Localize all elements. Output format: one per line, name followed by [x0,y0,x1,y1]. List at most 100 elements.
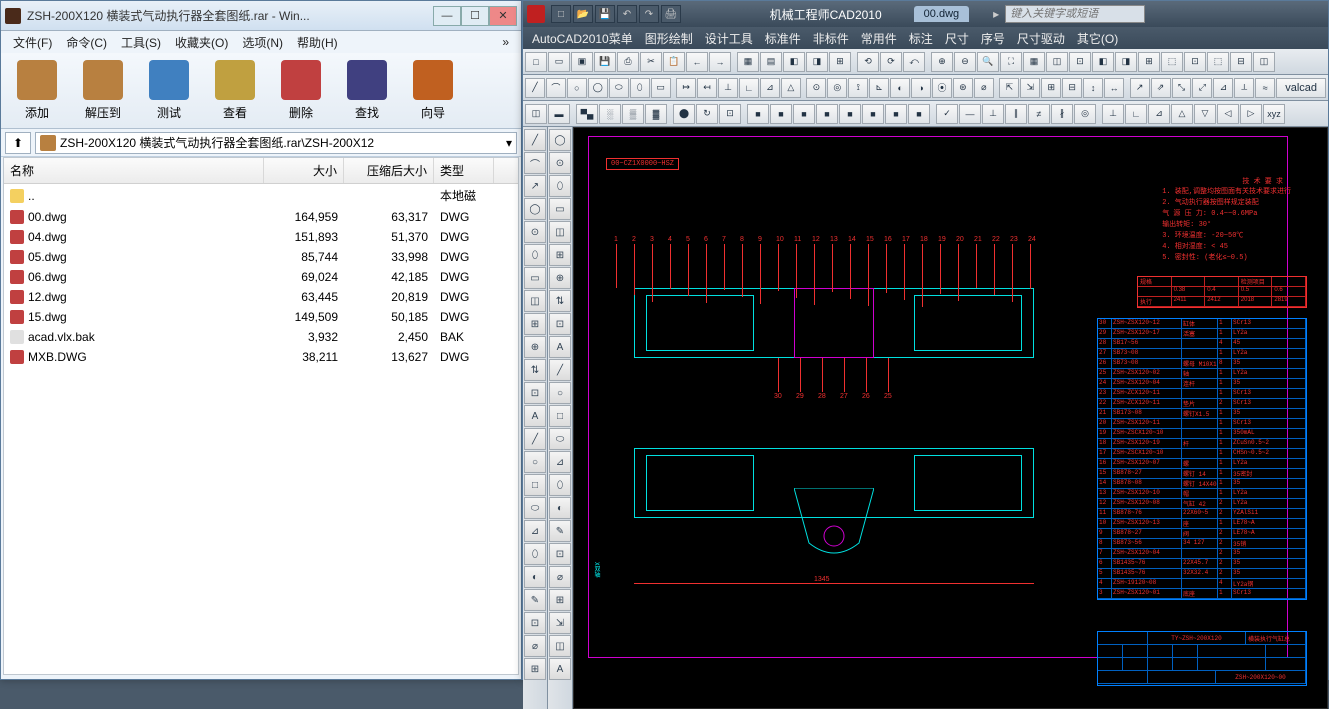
tool-button[interactable]: ✂ [640,52,662,72]
tool-button[interactable]: ↕ [1083,78,1103,98]
side-tool[interactable]: ▭ [549,198,571,220]
side-tool[interactable]: ▭ [524,267,546,289]
tool-button[interactable]: ▀▄ [576,104,598,124]
qat-redo-icon[interactable]: ↷ [639,5,659,23]
toolbar-解压到[interactable]: 解压到 [73,57,133,125]
list-row[interactable]: acad.vlx.bak3,9322,450BAK [4,327,518,347]
tool-button[interactable]: ▬ [548,104,570,124]
tool-button[interactable]: □ [525,52,547,72]
cad-menu-item[interactable]: 其它(O) [1072,28,1123,49]
tool-button[interactable]: ■ [747,104,769,124]
cad-menu-item[interactable]: AutoCAD2010菜单 [527,28,638,49]
side-tool[interactable]: ◯ [524,198,546,220]
toolbar-查看[interactable]: 查看 [205,57,265,125]
side-tool[interactable]: ⬭ [524,497,546,519]
tool-button[interactable]: ╱ [525,78,545,98]
tool-button[interactable]: ⊡ [1069,52,1091,72]
tool-button[interactable]: ▣ [571,52,593,72]
side-tool[interactable]: ⌀ [549,566,571,588]
tool-button[interactable]: ▓ [645,104,667,124]
side-tool[interactable]: ⊞ [549,589,571,611]
tool-button[interactable]: ⎙ [617,52,639,72]
tool-button[interactable]: ⊟ [1230,52,1252,72]
tool-button[interactable]: ◐ [890,78,910,98]
tool-button[interactable]: ⊥ [982,104,1004,124]
tool-button[interactable]: ⬤ [673,104,695,124]
col-packed[interactable]: 压缩后大小 [344,158,434,183]
side-tool[interactable]: ⌀ [524,635,546,657]
side-tool[interactable]: ✎ [549,520,571,542]
valcad-button[interactable]: valcad [1276,78,1326,98]
side-tool[interactable]: ⊿ [549,451,571,473]
list-row[interactable]: 04.dwg151,89351,370DWG [4,227,518,247]
side-tool[interactable]: ⊕ [549,267,571,289]
cad-menu-item[interactable]: 标准件 [760,28,806,49]
toolbar-删除[interactable]: 删除 [271,57,331,125]
side-tool[interactable]: ⬯ [524,543,546,565]
winrar-titlebar[interactable]: ZSH-200X120 横装式气动执行器全套图纸.rar - Win... — … [1,1,521,31]
tool-button[interactable]: ⊥ [718,78,738,98]
col-name[interactable]: 名称 [4,158,264,183]
tool-button[interactable]: ◫ [525,104,547,124]
side-tool[interactable]: ⊡ [549,543,571,565]
side-tool[interactable]: ◫ [549,635,571,657]
tool-button[interactable]: ⤺ [903,52,925,72]
side-tool[interactable]: ⊙ [549,152,571,174]
cad-menu-item[interactable]: 尺寸驱动 [1012,28,1070,49]
cad-menu-item[interactable]: 尺寸 [940,28,974,49]
tool-button[interactable]: ⊿ [760,78,780,98]
qat-undo-icon[interactable]: ↶ [617,5,637,23]
tool-button[interactable]: ■ [839,104,861,124]
tool-button[interactable]: ▽ [1194,104,1216,124]
side-tool[interactable]: ⊞ [524,658,546,680]
side-tool[interactable]: ⊿ [524,520,546,542]
qat-save-icon[interactable]: 💾 [595,5,615,23]
tool-button[interactable]: ⬭ [609,78,629,98]
cad-menu-item[interactable]: 图形绘制 [640,28,698,49]
tool-button[interactable]: ← [686,52,708,72]
tool-button[interactable]: ⬚ [1207,52,1229,72]
side-tool[interactable]: ⌒ [524,152,546,174]
tool-button[interactable]: 💾 [594,52,616,72]
list-row[interactable]: 05.dwg85,74433,998DWG [4,247,518,267]
side-tool[interactable]: ○ [524,451,546,473]
tool-button[interactable]: ◯ [588,78,608,98]
minimize-button[interactable]: — [433,6,461,26]
list-row[interactable]: 06.dwg69,02442,185DWG [4,267,518,287]
toolbar-查找[interactable]: 查找 [337,57,397,125]
tool-button[interactable]: ◑ [911,78,931,98]
up-button[interactable]: ⬆ [5,132,31,154]
tool-button[interactable]: ⌒ [546,78,566,98]
tool-button[interactable]: ◎ [1074,104,1096,124]
tool-button[interactable]: ⟟ [848,78,868,98]
tool-button[interactable]: ✓ [936,104,958,124]
cad-menu-item[interactable]: 常用件 [856,28,902,49]
tool-button[interactable]: ⬚ [1161,52,1183,72]
tool-button[interactable]: ◧ [1092,52,1114,72]
tool-button[interactable]: △ [1171,104,1193,124]
tool-button[interactable]: ▭ [548,52,570,72]
side-tool[interactable]: ✎ [524,589,546,611]
tool-button[interactable]: ⇗ [1151,78,1171,98]
side-tool[interactable]: A [549,658,571,680]
tool-button[interactable]: ⊛ [953,78,973,98]
side-tool[interactable]: ⊞ [524,313,546,335]
menu-overflow-icon[interactable]: » [496,33,515,51]
side-tool[interactable]: ↗ [524,175,546,197]
tool-button[interactable]: ≠ [1028,104,1050,124]
side-tool[interactable]: ╱ [524,428,546,450]
tool-button[interactable]: — [959,104,981,124]
tool-button[interactable]: ⊡ [719,104,741,124]
tool-button[interactable]: ◨ [1115,52,1137,72]
qat-new-icon[interactable]: □ [551,5,571,23]
side-tool[interactable]: ⬯ [549,474,571,496]
list-row[interactable]: 00.dwg164,95963,317DWG [4,207,518,227]
side-tool[interactable]: □ [549,405,571,427]
tool-button[interactable]: ⛶ [1000,52,1022,72]
tool-button[interactable]: ⌀ [974,78,994,98]
tool-button[interactable]: ⬯ [630,78,650,98]
menu-item[interactable]: 帮助(H) [291,32,344,53]
tool-button[interactable]: ⊾ [869,78,889,98]
qat-print-icon[interactable]: 🖨 [661,5,681,23]
tool-button[interactable]: ∦ [1051,104,1073,124]
